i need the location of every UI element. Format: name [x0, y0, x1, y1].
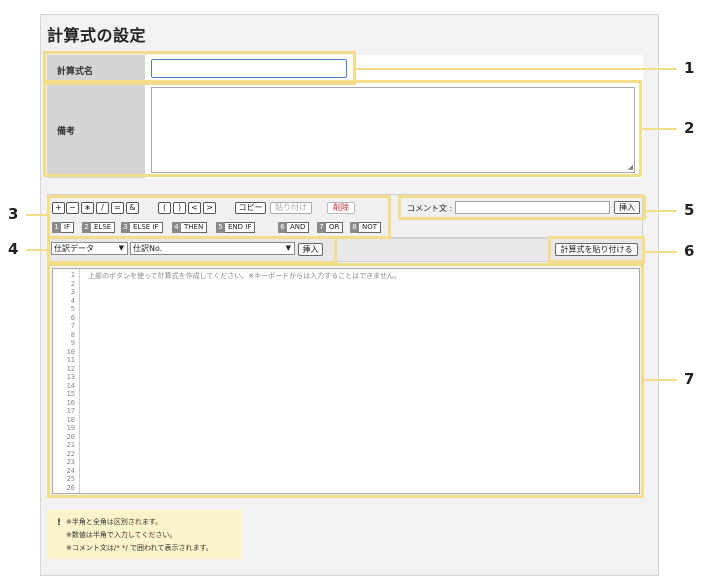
highlight-selectors: [47, 236, 337, 264]
callout-number: 4: [8, 240, 19, 258]
highlight-comment: [398, 195, 646, 220]
callout-number: 6: [684, 242, 695, 260]
highlight-paste-formula: [548, 236, 645, 263]
warning-icon: !: [57, 518, 62, 528]
callout-number: 1: [684, 59, 695, 77]
note-line: ※コメント文は/* */ で囲われて表示されます。: [66, 544, 213, 552]
callout-line: [644, 210, 677, 212]
highlight-editor: [47, 263, 644, 498]
page-title: 計算式の設定: [47, 26, 147, 45]
callout-line: [354, 68, 677, 70]
highlight-toolbar: [47, 195, 391, 239]
callout-number: 3: [8, 205, 19, 223]
callout-line: [642, 379, 677, 381]
callout-line: [26, 249, 48, 251]
note-line: ※数値は半角で入力してください。: [66, 531, 177, 539]
callout-number: 5: [684, 201, 695, 219]
notes-box: ! ※半角と全角は区別されます。 ※数値は半角で入力してください。 ※コメント文…: [47, 510, 242, 559]
callout-line: [644, 251, 677, 253]
callout-number: 7: [684, 370, 695, 388]
callout-line: [640, 128, 677, 130]
note-line: ※半角と全角は区別されます。: [66, 518, 163, 526]
callout-line: [26, 214, 48, 216]
highlight-remarks-row: [43, 80, 642, 177]
callout-number: 2: [684, 119, 695, 137]
